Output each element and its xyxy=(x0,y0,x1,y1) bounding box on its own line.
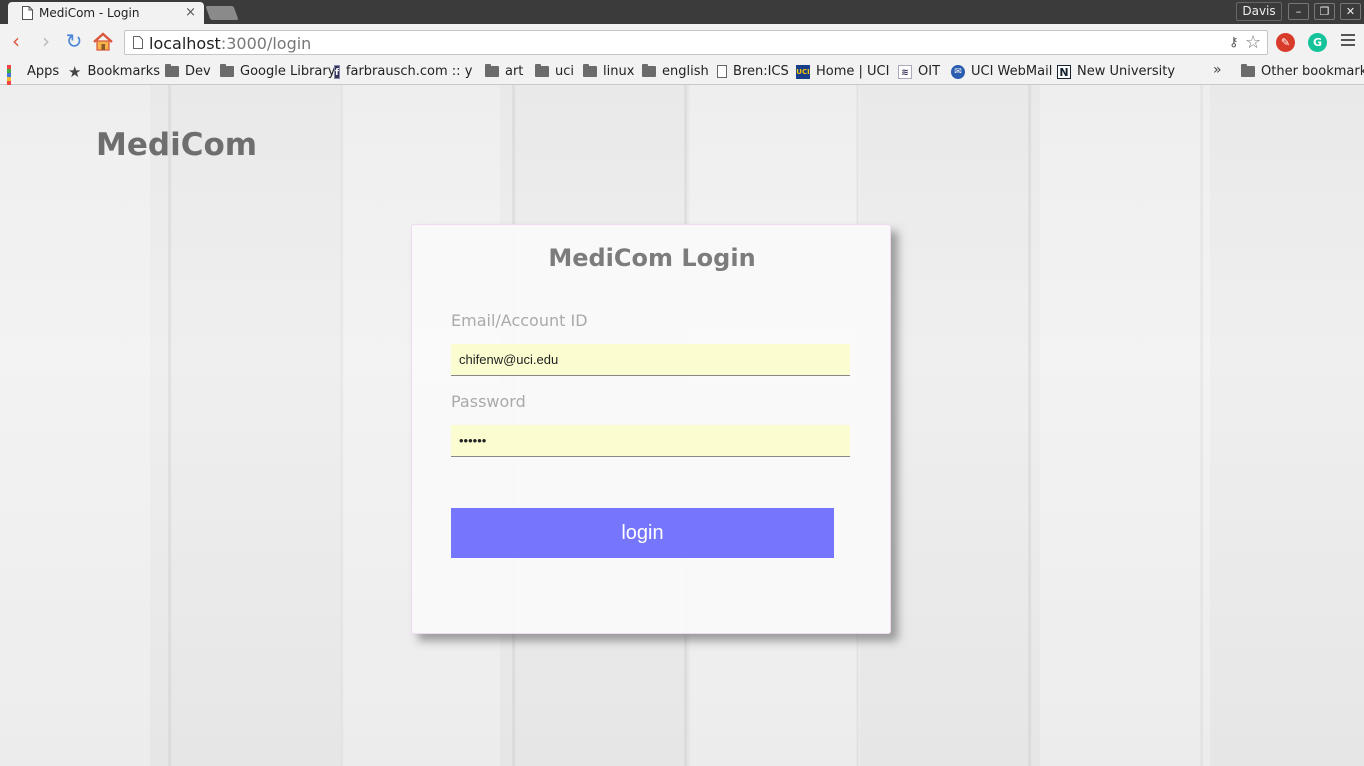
bookmark-label: linux xyxy=(603,64,635,79)
url-path: :3000/login xyxy=(220,34,312,53)
bookmark-folder-google-library[interactable]: Google Library xyxy=(220,62,335,81)
webmail-favicon: ✉ xyxy=(951,64,965,79)
folder-icon xyxy=(485,64,499,77)
minimize-button[interactable]: – xyxy=(1288,3,1309,20)
bookmark-apps[interactable]: Apps xyxy=(7,62,60,101)
bookmark-label: Dev xyxy=(185,64,211,79)
browser-tab-active[interactable]: MediCom - Login × xyxy=(8,2,204,25)
uci-favicon: UCI xyxy=(796,64,810,79)
n-favicon: N xyxy=(1057,64,1071,79)
bookmark-folder-art[interactable]: art xyxy=(485,62,523,81)
home-icon[interactable] xyxy=(92,31,114,53)
bookmark-label: Other bookmarks xyxy=(1261,64,1364,79)
apps-grid-icon xyxy=(7,64,21,101)
document-icon xyxy=(22,6,33,20)
login-card: MediCom Login Email/Account ID Password … xyxy=(411,224,891,634)
page-icon xyxy=(717,65,727,78)
bookmark-label: english xyxy=(662,64,709,79)
bookmark-label: Apps xyxy=(27,64,60,79)
email-field[interactable] xyxy=(451,344,850,376)
reload-icon[interactable]: ↻ xyxy=(63,31,85,53)
bookmark-label: art xyxy=(505,64,524,79)
grammarly-icon[interactable]: G xyxy=(1308,33,1327,52)
page-content: MediCom MediCom Login Email/Account ID P… xyxy=(0,85,1364,766)
folder-icon xyxy=(1241,64,1255,77)
bookmarks-overflow-icon[interactable]: » xyxy=(1213,62,1222,78)
login-title: MediCom Login xyxy=(548,244,756,272)
bookmarks-bar: Apps ★ Bookmarks Dev Google Library f fa… xyxy=(0,59,1364,101)
folder-icon xyxy=(535,64,549,77)
folder-icon xyxy=(642,64,656,77)
background-plank xyxy=(1040,85,1210,766)
folder-icon xyxy=(165,64,179,77)
restore-button[interactable]: ❐ xyxy=(1314,3,1335,20)
password-label: Password xyxy=(451,392,526,411)
tab-title: MediCom - Login xyxy=(39,6,140,20)
bookmark-label: Bookmarks xyxy=(87,64,161,79)
key-icon[interactable]: ⚷ xyxy=(1229,35,1239,50)
folder-icon xyxy=(583,64,597,77)
bookmark-label: UCI WebMail xyxy=(971,64,1053,79)
close-window-button[interactable]: ✕ xyxy=(1340,3,1361,20)
bookmark-bren-ics[interactable]: Bren:ICS xyxy=(717,62,789,81)
bookmark-label: Home | UCI xyxy=(816,64,890,79)
browser-titlebar: MediCom - Login × Davis – ❐ ✕ xyxy=(0,0,1364,25)
menu-icon[interactable] xyxy=(1341,34,1355,48)
bookmark-other-bookmarks[interactable]: Other bookmarks xyxy=(1241,62,1364,81)
address-bar[interactable]: localhost:3000/login ⚷ ☆ xyxy=(124,30,1268,55)
back-arrow-icon[interactable]: ‹ xyxy=(5,31,27,53)
forward-arrow-icon[interactable]: › xyxy=(35,31,57,53)
bookmark-bookmarks[interactable]: ★ Bookmarks xyxy=(68,62,160,81)
bookmark-folder-dev[interactable]: Dev xyxy=(165,62,211,81)
site-favicon: f xyxy=(334,64,340,79)
url-host: localhost xyxy=(149,34,221,53)
star-icon: ★ xyxy=(68,62,82,81)
background-plank xyxy=(0,85,150,766)
bookmark-uci-webmail[interactable]: ✉ UCI WebMail xyxy=(951,62,1052,81)
bookmark-label: New University xyxy=(1077,64,1176,79)
page-info-icon[interactable] xyxy=(133,36,143,49)
site-title: MediCom xyxy=(96,127,258,163)
profile-button[interactable]: Davis xyxy=(1236,2,1282,21)
bookmark-folder-linux[interactable]: linux xyxy=(583,62,634,81)
bookmark-folder-english[interactable]: english xyxy=(642,62,709,81)
tab-close-icon[interactable]: × xyxy=(185,5,196,20)
bookmark-new-university[interactable]: N New University xyxy=(1057,62,1175,81)
folder-icon xyxy=(220,64,234,77)
bookmark-oit[interactable]: ≋ OIT xyxy=(898,62,940,81)
login-button[interactable]: login xyxy=(451,508,834,558)
bookmark-label: uci xyxy=(555,64,574,79)
url-text[interactable]: localhost:3000/login xyxy=(149,34,311,53)
bookmark-label: Google Library xyxy=(240,64,336,79)
bookmark-star-icon[interactable]: ☆ xyxy=(1245,32,1261,53)
email-label: Email/Account ID xyxy=(451,311,588,330)
oit-favicon: ≋ xyxy=(898,64,912,79)
bookmark-label: OIT xyxy=(918,64,941,79)
bookmark-home-uci[interactable]: UCI Home | UCI xyxy=(796,62,889,81)
bookmark-label: Bren:ICS xyxy=(733,64,789,79)
bookmark-farbrausch[interactable]: f farbrausch.com :: yo xyxy=(334,62,472,81)
extension-red-icon[interactable]: ✎ xyxy=(1276,33,1295,52)
password-field[interactable] xyxy=(451,425,850,457)
new-tab-button[interactable] xyxy=(205,6,239,20)
bookmark-folder-uci[interactable]: uci xyxy=(535,62,574,81)
bookmark-label: farbrausch.com :: yo xyxy=(345,64,472,79)
